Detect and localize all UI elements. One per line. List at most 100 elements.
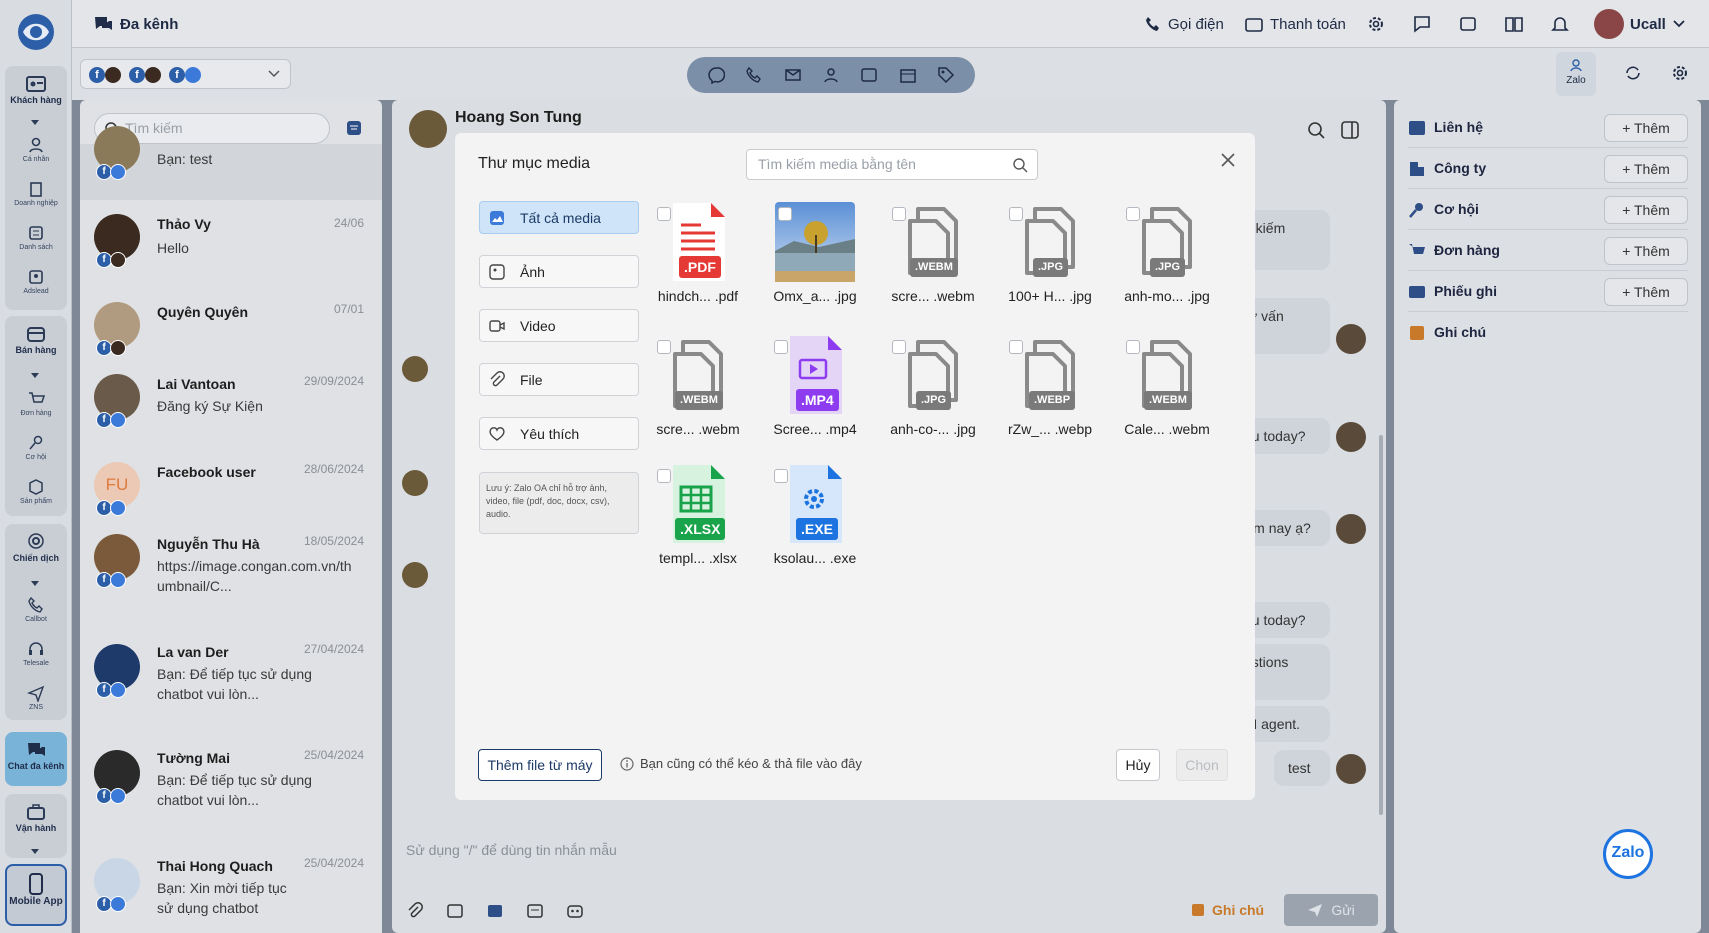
nav-customers[interactable]: Khách hàng	[0, 74, 72, 105]
nav-personal[interactable]: Cá nhân	[0, 136, 72, 164]
payment-button[interactable]: Thanh toán	[1244, 0, 1346, 48]
file-checkbox[interactable]	[657, 207, 671, 221]
app-logo[interactable]	[14, 12, 58, 52]
scrollbar[interactable]	[1379, 435, 1383, 815]
choose-button[interactable]: Chọn	[1176, 749, 1228, 781]
add-contact-button[interactable]: + Thêm	[1604, 114, 1688, 142]
nav-operations[interactable]: Vận hành	[0, 802, 72, 833]
file-checkbox[interactable]	[1126, 207, 1140, 221]
nav-business[interactable]: Doanh nghiệp	[0, 180, 72, 208]
add-file-button[interactable]: Thêm file từ máy	[478, 749, 602, 781]
user-tag-icon[interactable]	[822, 66, 840, 84]
id-card-icon[interactable]	[860, 66, 878, 84]
media-search-input[interactable]: Tìm kiếm media bằng tên	[746, 149, 1038, 180]
close-icon[interactable]	[1217, 149, 1239, 171]
list-item[interactable]: Thảo Vy 24/06 Hello f	[80, 206, 382, 284]
list-item[interactable]: Thai Hong Quach 25/04/2024 Bạn: Xin mời …	[80, 856, 382, 932]
cancel-button[interactable]: Hủy	[1116, 749, 1160, 781]
send-button[interactable]: Gửi	[1284, 894, 1378, 926]
media-file-card[interactable]: .WEBM scre... .webm	[648, 334, 748, 437]
notifications-button[interactable]	[1550, 0, 1570, 48]
list-item[interactable]: Lai Vantoan 29/09/2024 Đăng ký Sự Kiện f	[80, 368, 382, 440]
media-file-card[interactable]: .WEBM scre... .webm	[883, 201, 983, 304]
template-icon[interactable]	[526, 902, 544, 920]
nav-telesale[interactable]: Telesale	[0, 640, 72, 668]
file-checkbox[interactable]	[1126, 340, 1140, 354]
call-button[interactable]: Gọi điện	[1144, 0, 1224, 48]
messages-button[interactable]	[1412, 0, 1432, 48]
file-checkbox[interactable]	[1009, 340, 1023, 354]
nav-campaigns[interactable]: Chiến dịch	[0, 532, 72, 563]
attach-icon[interactable]	[406, 902, 424, 920]
category-file[interactable]: File	[479, 363, 639, 396]
search-icon[interactable]	[1306, 120, 1326, 140]
message-input[interactable]: Sử dụng "/" để dùng tin nhắn mẫu	[406, 842, 617, 858]
list-item[interactable]: Bạn: test f	[80, 126, 382, 200]
list-item[interactable]: FU Facebook user 28/06/2024 f	[80, 456, 382, 522]
nav-products[interactable]: Sản phẩm	[0, 478, 72, 506]
channel-selector[interactable]: f f f	[80, 59, 291, 89]
list-item[interactable]: Tường Mai 25/04/2024 Bạn: Để tiếp tục sử…	[80, 748, 382, 838]
file-checkbox[interactable]	[778, 207, 792, 221]
filter-icon[interactable]	[346, 120, 362, 136]
media-file-card[interactable]: .EXE ksolau... .exe	[765, 463, 865, 566]
category-favorites[interactable]: Yêu thích	[479, 417, 639, 450]
file-checkbox[interactable]	[892, 207, 906, 221]
zalo-tab[interactable]: Zalo	[1556, 52, 1596, 96]
nav-sales[interactable]: Bán hàng	[0, 324, 72, 355]
nav-opportunities[interactable]: Cơ hội	[0, 434, 72, 462]
chevron-down-icon[interactable]	[31, 120, 39, 125]
nav-orders[interactable]: Đơn hàng	[0, 390, 72, 418]
add-opportunity-button[interactable]: + Thêm	[1604, 196, 1688, 224]
add-ticket-button[interactable]: + Thêm	[1604, 278, 1688, 306]
file-checkbox[interactable]	[774, 469, 788, 483]
media-file-card[interactable]: Omx_a... .jpg	[765, 201, 865, 304]
media-file-card[interactable]: .PDF hindch... .pdf	[648, 201, 748, 304]
ticket-button[interactable]	[1458, 0, 1478, 48]
mail-icon[interactable]	[784, 66, 802, 84]
media-file-card[interactable]: .JPG anh-co-... .jpg	[883, 334, 983, 437]
file-checkbox[interactable]	[774, 340, 788, 354]
image-icon[interactable]	[446, 902, 464, 920]
category-all-media[interactable]: Tất cả media	[479, 201, 639, 234]
nav-callbot[interactable]: Callbot	[0, 596, 72, 624]
zalo-chat-button[interactable]: Zalo	[1603, 829, 1653, 879]
user-menu[interactable]: Ucall	[1594, 0, 1686, 48]
file-checkbox[interactable]	[657, 469, 671, 483]
bot-icon[interactable]	[566, 902, 584, 920]
gear-icon[interactable]	[1670, 63, 1690, 83]
media-file-card[interactable]: .JPG anh-mo... .jpg	[1117, 201, 1217, 304]
phone-icon[interactable]	[745, 66, 763, 84]
media-file-card[interactable]: .WEBP rZw_... .webp	[1000, 334, 1100, 437]
guide-button[interactable]	[1504, 0, 1524, 48]
chevron-down-icon[interactable]	[31, 581, 39, 586]
nav-lists[interactable]: Danh sách	[0, 224, 72, 252]
nav-zns[interactable]: ZNS	[0, 684, 72, 712]
list-item[interactable]: Nguyễn Thu Hà 18/05/2024 https://image.c…	[80, 530, 382, 614]
messenger-icon[interactable]	[707, 66, 726, 84]
list-item[interactable]: La van Der 27/04/2024 Bạn: Để tiếp tục s…	[80, 640, 382, 730]
media-file-card[interactable]: .MP4 Scree... .mp4	[765, 334, 865, 437]
add-company-button[interactable]: + Thêm	[1604, 155, 1688, 183]
category-images[interactable]: Ảnh	[479, 255, 639, 288]
media-file-card[interactable]: .WEBM Cale... .webm	[1117, 334, 1217, 437]
file-checkbox[interactable]	[1009, 207, 1023, 221]
refresh-icon[interactable]	[1623, 63, 1643, 83]
sidebar-toggle-icon[interactable]	[1340, 120, 1360, 140]
file-checkbox[interactable]	[657, 340, 671, 354]
calendar-icon[interactable]	[899, 66, 917, 84]
file-checkbox[interactable]	[892, 340, 906, 354]
nav-multichannel[interactable]: Chat đa kênh	[0, 740, 72, 771]
chevron-down-icon[interactable]	[31, 849, 39, 854]
chevron-down-icon[interactable]	[31, 373, 39, 378]
list-item[interactable]: Quyên Quyên 07/01 f	[80, 294, 382, 360]
media-file-card[interactable]: .JPG 100+ H... .jpg	[1000, 201, 1100, 304]
category-video[interactable]: Video	[479, 309, 639, 342]
add-order-button[interactable]: + Thêm	[1604, 237, 1688, 265]
tag-icon[interactable]	[937, 66, 955, 84]
media-file-card[interactable]: .XLSX templ... .xlsx	[648, 463, 748, 566]
nav-mobile-app[interactable]: Mobile App	[0, 872, 72, 907]
note-button[interactable]: Ghi chú	[1190, 902, 1264, 918]
gallery-icon[interactable]	[486, 902, 504, 920]
settings-button[interactable]	[1366, 0, 1386, 48]
